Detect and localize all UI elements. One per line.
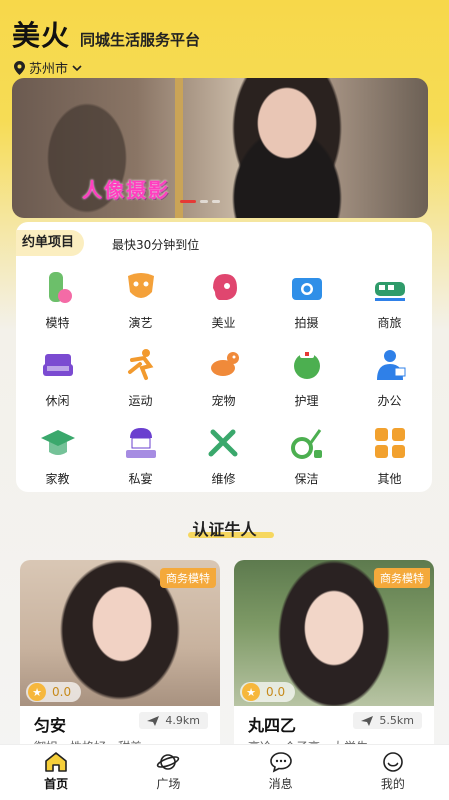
tab-label: 首页 — [44, 777, 69, 791]
service-item-label: 其他 — [377, 472, 402, 486]
app-slogan: 同城生活服务平台 — [80, 31, 201, 49]
service-item-label: 保洁 — [294, 472, 319, 486]
app-name: 美火 — [12, 19, 71, 52]
provider-rating: ★ 0.0 — [240, 682, 296, 702]
service-item-label: 私宴 — [128, 472, 153, 486]
pet-icon — [205, 346, 243, 384]
banner-person-photo — [227, 78, 347, 218]
rating-value: 0.0 — [52, 685, 72, 699]
distance-value: 4.9km — [165, 714, 200, 727]
service-item[interactable]: 私宴 — [99, 420, 182, 492]
provider-distance: 5.5km — [353, 712, 422, 729]
banner-dot — [212, 200, 220, 203]
service-item[interactable]: 家教 — [16, 420, 99, 492]
service-item-label: 护理 — [294, 394, 319, 408]
service-item-label: 运动 — [128, 394, 153, 408]
service-item-label: 家教 — [45, 472, 70, 486]
promo-banner[interactable]: 人像摄影 — [12, 78, 428, 218]
tools-icon — [205, 424, 243, 462]
tab-home[interactable]: 首页 — [0, 745, 112, 800]
home-icon — [45, 752, 67, 772]
service-card: 约单项目 最快30分钟到位 模特 演艺 美业 拍摄 商旅休闲 运动 宠物 护理 办公家教 私宴 维修… — [16, 222, 432, 492]
service-item[interactable]: 护理 — [265, 342, 348, 414]
section-title-text: 认证牛人 — [192, 520, 257, 539]
service-item-label: 拍摄 — [294, 316, 319, 330]
service-item[interactable]: 模特 — [16, 264, 99, 336]
service-item-label: 宠物 — [211, 394, 236, 408]
star-icon: ★ — [242, 683, 260, 701]
app-header: 美火 同城生活服务平台 — [12, 14, 200, 54]
service-item-label: 维修 — [211, 472, 236, 486]
star-icon: ★ — [28, 683, 46, 701]
graduation-icon — [39, 424, 77, 462]
chef-icon — [122, 424, 160, 462]
service-item[interactable]: 运动 — [99, 342, 182, 414]
navigation-arrow-icon — [147, 715, 160, 726]
service-subtitle: 最快30分钟到位 — [112, 238, 200, 252]
city-selector[interactable]: 苏州市 — [14, 58, 87, 77]
provider-distance: 4.9km — [139, 712, 208, 729]
section-title: 认证牛人 — [0, 516, 449, 540]
service-grid: 模特 演艺 美业 拍摄 商旅休闲 运动 宠物 护理 办公家教 私宴 维修 保洁 其他 — [16, 264, 432, 492]
provider-badge: 商务模特 — [374, 568, 430, 588]
chevron-down-icon — [72, 64, 82, 71]
service-item[interactable]: 美业 — [182, 264, 265, 336]
location-pin-icon — [14, 60, 25, 75]
service-item[interactable]: 拍摄 — [265, 264, 348, 336]
service-item[interactable]: 其他 — [348, 420, 431, 492]
runner-icon — [122, 346, 160, 384]
service-item[interactable]: 办公 — [348, 342, 431, 414]
vacuum-icon — [288, 424, 326, 462]
banner-dot — [200, 200, 208, 203]
service-item[interactable]: 演艺 — [99, 264, 182, 336]
service-item-label: 模特 — [45, 316, 70, 330]
service-item[interactable]: 保洁 — [265, 420, 348, 492]
rating-value: 0.0 — [266, 685, 286, 699]
grid-icon — [371, 424, 409, 462]
bottom-tab-bar: 首页 广场 消息 我的 — [0, 744, 449, 800]
service-item-label: 演艺 — [128, 316, 153, 330]
beauty-icon — [205, 268, 243, 306]
service-item-label: 休闲 — [45, 394, 70, 408]
provider-badge: 商务模特 — [160, 568, 216, 588]
provider-card[interactable]: 商务模特 ★ 0.0 匀安 4.9km 御姐，性格好，甜美 — [20, 560, 220, 760]
service-item[interactable]: 商旅 — [348, 264, 431, 336]
service-tag: 约单项目 — [16, 230, 85, 256]
banner-pagination — [180, 200, 220, 203]
sofa-icon — [39, 346, 77, 384]
tab-label: 消息 — [268, 777, 293, 791]
camera-icon — [288, 268, 326, 306]
distance-value: 5.5km — [379, 714, 414, 727]
nurse-icon — [288, 346, 326, 384]
office-icon — [371, 346, 409, 384]
tab-square[interactable]: 广场 — [112, 745, 224, 800]
planet-icon — [157, 754, 180, 770]
service-item[interactable]: 休闲 — [16, 342, 99, 414]
service-item-label: 商旅 — [377, 316, 402, 330]
navigation-arrow-icon — [361, 715, 374, 726]
service-item[interactable]: 维修 — [182, 420, 265, 492]
city-label: 苏州市 — [29, 62, 69, 77]
service-item[interactable]: 宠物 — [182, 342, 265, 414]
chat-icon — [269, 752, 292, 773]
service-item-label: 美业 — [211, 316, 236, 330]
provider-name: 丸四乙 — [248, 716, 297, 735]
model-icon — [39, 268, 77, 306]
tab-label: 广场 — [156, 777, 181, 791]
banner-caption: 人像摄影 — [82, 178, 170, 202]
train-icon — [371, 268, 409, 306]
mask-icon — [122, 268, 160, 306]
service-item-label: 办公 — [377, 394, 402, 408]
provider-name: 匀安 — [34, 716, 67, 735]
tab-messages[interactable]: 消息 — [225, 745, 337, 800]
tab-label: 我的 — [380, 777, 405, 791]
provider-card[interactable]: 商务模特 ★ 0.0 丸四乙 5.5km 高冷，个子高，大学生 — [234, 560, 434, 760]
banner-frame — [175, 78, 183, 218]
provider-rating: ★ 0.0 — [26, 682, 82, 702]
banner-dot-active — [180, 200, 196, 203]
smile-icon — [383, 752, 403, 772]
tab-profile[interactable]: 我的 — [337, 745, 449, 800]
